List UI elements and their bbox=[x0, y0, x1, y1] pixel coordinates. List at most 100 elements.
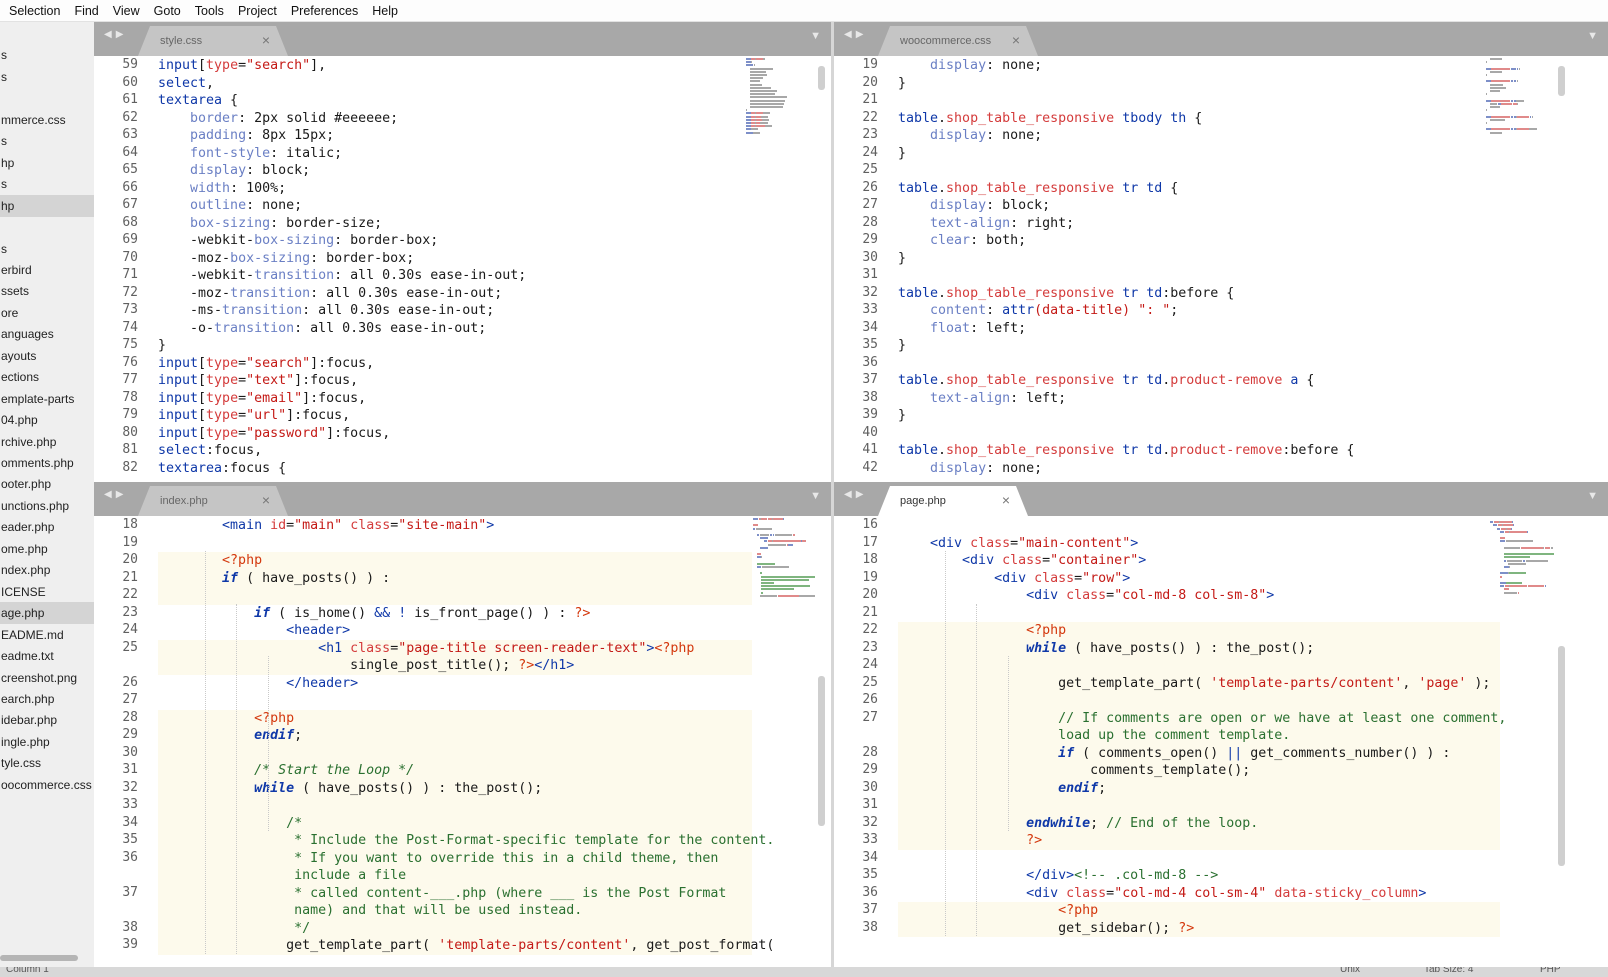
code-line: width: 100%; bbox=[158, 180, 286, 198]
minimap-line bbox=[1494, 106, 1500, 108]
menu-preferences[interactable]: Preferences bbox=[284, 0, 365, 22]
sidebar-item[interactable]: s bbox=[0, 44, 94, 66]
close-icon[interactable]: × bbox=[1002, 492, 1010, 508]
menu-goto[interactable]: Goto bbox=[147, 0, 188, 22]
code-area[interactable]: display: none;}table.shop_table_responsi… bbox=[898, 56, 1528, 482]
sidebar-item[interactable]: ICENSE bbox=[0, 581, 94, 603]
sidebar-item[interactable]: mmerce.css bbox=[0, 109, 94, 131]
code-token: [ bbox=[198, 373, 206, 388]
status-tab-size[interactable]: Tab Size: 4 bbox=[1424, 967, 1473, 975]
sidebar-item[interactable]: creenshot.png bbox=[0, 667, 94, 689]
sidebar-item[interactable] bbox=[0, 87, 94, 109]
sidebar-item[interactable]: s bbox=[0, 238, 94, 260]
minimap[interactable] bbox=[746, 518, 816, 965]
sidebar-item[interactable]: s bbox=[0, 130, 94, 152]
sidebar-item[interactable]: ome.php bbox=[0, 538, 94, 560]
tab-nav-arrows-icon[interactable]: ◀▶ bbox=[104, 489, 127, 500]
code-area[interactable]: <div class="main-content"> <div class="c… bbox=[898, 516, 1528, 967]
chevron-down-icon[interactable]: ▼ bbox=[1587, 30, 1598, 42]
vertical-scrollbar[interactable] bbox=[1558, 646, 1565, 866]
code-editor[interactable]: 1920212223242526272829303132333435363738… bbox=[834, 56, 1608, 482]
menu-selection[interactable]: Selection bbox=[2, 0, 67, 22]
minimap-line bbox=[746, 64, 753, 66]
minimap-line bbox=[783, 518, 784, 520]
sidebar-item[interactable]: 04.php bbox=[0, 409, 94, 431]
sidebar-item[interactable]: unctions.php bbox=[0, 495, 94, 517]
menu-view[interactable]: View bbox=[106, 0, 147, 22]
close-icon[interactable]: × bbox=[1012, 32, 1020, 48]
sidebar-item[interactable]: anguages bbox=[0, 323, 94, 345]
sidebar-item[interactable]: eadme.txt bbox=[0, 645, 94, 667]
sidebar-item[interactable]: erbird bbox=[0, 259, 94, 281]
tab-index-php[interactable]: index.php× bbox=[138, 486, 288, 516]
minimap-line bbox=[761, 518, 766, 520]
vertical-scrollbar[interactable] bbox=[818, 66, 825, 90]
code-editor[interactable]: 1819202122232425262728293031323334353637… bbox=[94, 516, 831, 967]
code-editor[interactable]: 1617181920212223242526272829303132333435… bbox=[834, 516, 1608, 967]
sidebar-item[interactable]: ooter.php bbox=[0, 473, 94, 495]
minimap-line bbox=[1490, 521, 1494, 523]
minimap-line bbox=[757, 534, 759, 536]
sidebar-item[interactable]: ayouts bbox=[0, 345, 94, 367]
tab-nav-arrows-icon[interactable]: ◀▶ bbox=[104, 29, 127, 40]
sidebar-item[interactable]: eader.php bbox=[0, 516, 94, 538]
line-number: 76 bbox=[98, 355, 138, 370]
code-area[interactable]: input[type="search"],select,textarea { b… bbox=[158, 56, 751, 482]
status-syntax[interactable]: PHP bbox=[1540, 967, 1561, 975]
minimap[interactable] bbox=[746, 58, 816, 480]
sidebar-item[interactable]: hp bbox=[0, 152, 94, 174]
sidebar-item[interactable] bbox=[0, 23, 94, 45]
vertical-scrollbar[interactable] bbox=[818, 676, 825, 826]
tab-page-php[interactable]: page.php× bbox=[878, 486, 1028, 516]
menu-project[interactable]: Project bbox=[231, 0, 284, 22]
sidebar-item[interactable] bbox=[0, 216, 94, 238]
code-line: input[type="search"], bbox=[158, 57, 326, 75]
tab-woocommerce-css[interactable]: woocommerce.css× bbox=[878, 26, 1038, 56]
sidebar-item[interactable]: hp bbox=[0, 195, 94, 217]
indent-guide bbox=[205, 551, 206, 954]
vertical-scrollbar[interactable] bbox=[1558, 66, 1565, 96]
code-token: <!-- .col-md-8 --> bbox=[1074, 868, 1218, 883]
sidebar-item[interactable]: tyle.css bbox=[0, 752, 94, 774]
close-icon[interactable]: × bbox=[262, 492, 270, 508]
minimap[interactable] bbox=[1486, 518, 1556, 965]
menu-help[interactable]: Help bbox=[365, 0, 405, 22]
tab-nav-arrows-icon[interactable]: ◀▶ bbox=[844, 29, 867, 40]
sidebar-item[interactable]: oocommerce.css bbox=[0, 774, 94, 796]
status-line-endings[interactable]: Unix bbox=[1340, 967, 1360, 975]
code-token: > bbox=[1418, 886, 1426, 901]
sidebar-item[interactable]: emplate-parts bbox=[0, 388, 94, 410]
sidebar-item[interactable]: ssets bbox=[0, 280, 94, 302]
sidebar-item[interactable]: ndex.php bbox=[0, 559, 94, 581]
close-icon[interactable]: × bbox=[262, 32, 270, 48]
sidebar-item[interactable]: s bbox=[0, 173, 94, 195]
minimap-line bbox=[1490, 87, 1499, 89]
sidebar-item[interactable]: s bbox=[0, 66, 94, 88]
sidebar-item[interactable]: idebar.php bbox=[0, 709, 94, 731]
sidebar-item[interactable]: EADME.md bbox=[0, 624, 94, 646]
sidebar-item[interactable]: ore bbox=[0, 302, 94, 324]
sidebar-item[interactable]: ingle.php bbox=[0, 731, 94, 753]
code-token: text-align bbox=[930, 216, 1010, 231]
sidebar-item[interactable]: rchive.php bbox=[0, 431, 94, 453]
code-token: ]:focus, bbox=[286, 408, 350, 423]
code-token: && bbox=[374, 606, 390, 621]
sidebar-item[interactable]: omments.php bbox=[0, 452, 94, 474]
code-token bbox=[1114, 286, 1122, 301]
menu-find[interactable]: Find bbox=[67, 0, 105, 22]
sidebar-item[interactable]: ections bbox=[0, 366, 94, 388]
sidebar-scrollbar[interactable] bbox=[0, 955, 78, 961]
code-editor[interactable]: 5960616263646566676869707172737475767778… bbox=[94, 56, 831, 482]
chevron-down-icon[interactable]: ▼ bbox=[810, 490, 821, 502]
minimap[interactable] bbox=[1486, 58, 1556, 480]
minimap-line bbox=[1500, 537, 1505, 539]
tab-nav-arrows-icon[interactable]: ◀▶ bbox=[844, 489, 867, 500]
code-token: } bbox=[898, 146, 906, 161]
chevron-down-icon[interactable]: ▼ bbox=[1587, 490, 1598, 502]
menu-tools[interactable]: Tools bbox=[188, 0, 231, 22]
tab-style-css[interactable]: style.css× bbox=[138, 26, 288, 56]
sidebar-item[interactable]: age.php bbox=[0, 602, 94, 624]
code-area[interactable]: <main id="main" class="site-main"> <?php… bbox=[158, 516, 751, 967]
chevron-down-icon[interactable]: ▼ bbox=[810, 30, 821, 42]
sidebar-item[interactable]: earch.php bbox=[0, 688, 94, 710]
